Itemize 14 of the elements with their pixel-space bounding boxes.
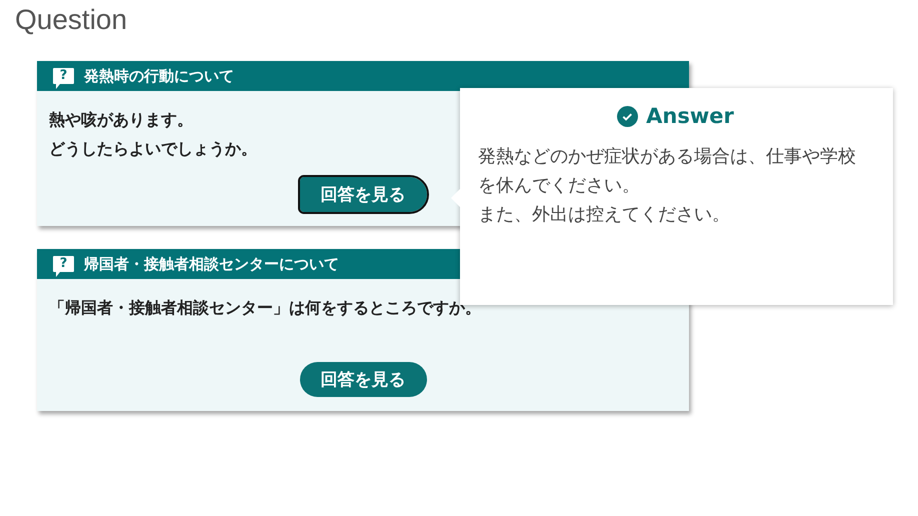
question-bubble-icon: ? <box>53 256 74 276</box>
view-answer-button[interactable]: 回答を見る <box>300 362 426 397</box>
answer-title: Answer <box>646 104 734 128</box>
question-text: 「帰国者・接触者相談センター」は何をするところですか。 <box>49 297 481 319</box>
view-answer-button[interactable]: 回答を見る <box>300 177 426 212</box>
question-text: 熱や咳があります。 <box>49 109 193 131</box>
question-text: どうしたらよいでしょうか。 <box>49 138 257 160</box>
card-heading: 帰国者・接触者相談センターについて <box>84 254 339 274</box>
card-heading: 発熱時の行動について <box>84 66 234 86</box>
answer-text: 発熱などのかぜ症状がある場合は、仕事や学校を休んでください。 <box>478 145 857 198</box>
check-circle-icon <box>617 106 638 126</box>
page-title: Question <box>15 4 128 36</box>
question-bubble-icon: ? <box>53 68 74 88</box>
answer-text: また、外出は控えてください。 <box>478 203 731 227</box>
